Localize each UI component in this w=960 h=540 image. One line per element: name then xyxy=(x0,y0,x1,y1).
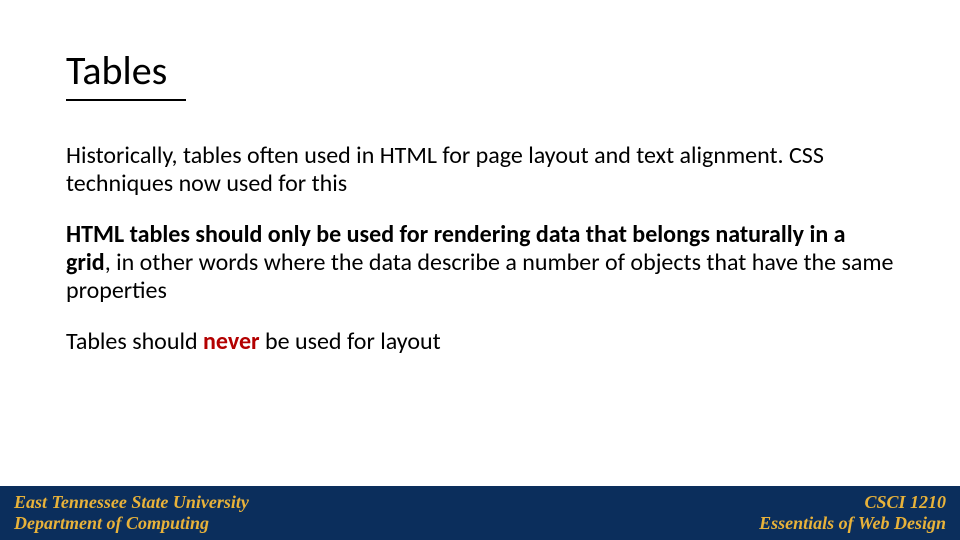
paragraph-3-post: be used for layout xyxy=(260,327,441,356)
slide: Tables Historically, tables often used i… xyxy=(0,0,960,540)
paragraph-2-rest: , in other words where the data describe… xyxy=(66,248,893,305)
paragraph-1: Historically, tables often used in HTML … xyxy=(66,142,894,199)
slide-body: Historically, tables often used in HTML … xyxy=(66,142,894,378)
footer-right: CSCI 1210 Essentials of Web Design xyxy=(759,492,946,533)
paragraph-3-never: never xyxy=(203,327,260,356)
slide-title: Tables xyxy=(66,46,167,95)
footer-department: Department of Computing xyxy=(14,513,249,534)
paragraph-3: Tables should never be used for layout xyxy=(66,328,894,356)
paragraph-3-pre: Tables should xyxy=(66,327,203,356)
paragraph-2: HTML tables should only be used for rend… xyxy=(66,221,894,306)
footer-university: East Tennessee State University xyxy=(14,492,249,513)
footer-left: East Tennessee State University Departme… xyxy=(14,492,249,533)
footer-bar: East Tennessee State University Departme… xyxy=(0,486,960,540)
footer-course-name: Essentials of Web Design xyxy=(759,513,946,534)
footer-course-code: CSCI 1210 xyxy=(759,492,946,513)
